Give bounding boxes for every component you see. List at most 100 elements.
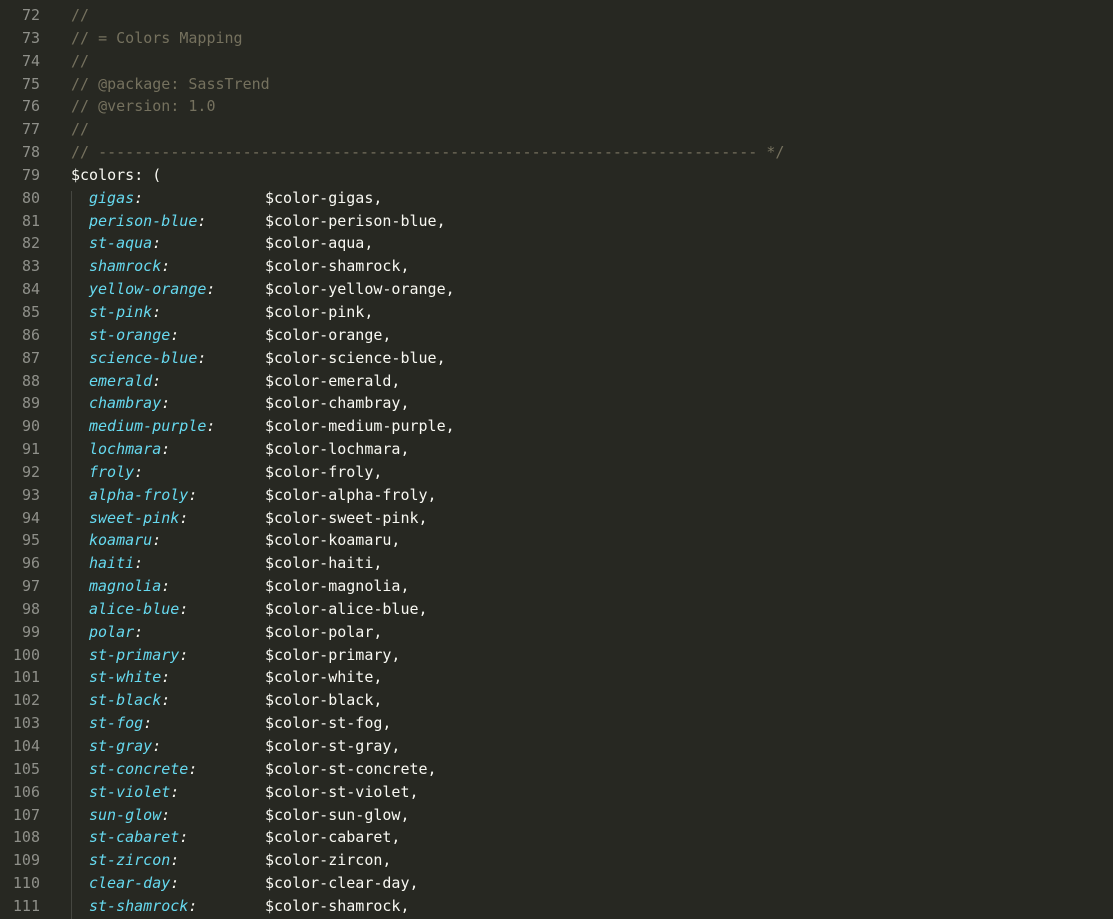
map-key-text: st-black bbox=[89, 691, 162, 710]
code-line[interactable]: 89 chambray: $color-chambray, bbox=[0, 392, 1113, 415]
colon-punct: : bbox=[152, 302, 162, 321]
map-value: $color-white, bbox=[265, 668, 383, 687]
map-key: st-violet: bbox=[89, 781, 179, 804]
code-line[interactable]: 107 sun-glow: $color-sun-glow, bbox=[0, 804, 1113, 827]
map-value: $color-st-concrete, bbox=[265, 759, 437, 778]
map-value: $color-sun-glow, bbox=[265, 805, 410, 824]
code-line[interactable]: 78 // -----------------------------------… bbox=[0, 141, 1113, 164]
code-line[interactable]: 81 perison-blue: $color-perison-blue, bbox=[0, 210, 1113, 233]
line-number: 76 bbox=[21, 97, 40, 116]
code-line[interactable]: 72 // bbox=[0, 4, 1113, 27]
map-key-text: science-blue bbox=[89, 348, 198, 367]
map-key: st-concrete: bbox=[89, 758, 197, 781]
code-line[interactable]: 110 clear-day: $color-clear-day, bbox=[0, 872, 1113, 895]
code-line[interactable]: 99 polar: $color-polar, bbox=[0, 621, 1113, 644]
code-line[interactable]: 109 st-zircon: $color-zircon, bbox=[0, 849, 1113, 872]
code-line[interactable]: 111 st-shamrock: $color-shamrock, bbox=[0, 895, 1113, 918]
map-key: st-gray: bbox=[89, 735, 161, 758]
map-key: perison-blue: bbox=[89, 210, 206, 233]
code-line[interactable]: 104 st-gray: $color-st-gray, bbox=[0, 735, 1113, 758]
map-key: chambray: bbox=[89, 392, 170, 415]
code-line[interactable]: 83 shamrock: $color-shamrock, bbox=[0, 255, 1113, 278]
colon-punct: : bbox=[152, 234, 162, 253]
code-line[interactable]: 88 emerald: $color-emerald, bbox=[0, 370, 1113, 393]
code-line[interactable]: 95 koamaru: $color-koamaru, bbox=[0, 529, 1113, 552]
map-key-text: alice-blue bbox=[89, 599, 180, 618]
map-key-text: sweet-pink bbox=[89, 508, 180, 527]
colon-punct: : bbox=[161, 257, 171, 276]
map-key: medium-purple: bbox=[89, 415, 215, 438]
code-line[interactable]: 92 froly: $color-froly, bbox=[0, 461, 1113, 484]
line-number: 91 bbox=[21, 440, 40, 459]
map-value: $color-science-blue, bbox=[265, 348, 446, 367]
map-key: gigas: bbox=[89, 187, 143, 210]
code-line[interactable]: 82 st-aqua: $color-aqua, bbox=[0, 232, 1113, 255]
code-line[interactable]: 98 alice-blue: $color-alice-blue, bbox=[0, 598, 1113, 621]
map-value: $color-st-violet, bbox=[265, 782, 419, 801]
code-line[interactable]: 100 st-primary: $color-primary, bbox=[0, 644, 1113, 667]
map-value: $color-emerald, bbox=[265, 371, 401, 390]
map-declaration: $colors: ( bbox=[71, 165, 162, 184]
code-line[interactable]: 103 st-fog: $color-st-fog, bbox=[0, 712, 1113, 735]
code-line[interactable]: 84 yellow-orange: $color-yellow-orange, bbox=[0, 278, 1113, 301]
code-line[interactable]: 77 // bbox=[0, 118, 1113, 141]
code-line[interactable]: 74 // bbox=[0, 50, 1113, 73]
code-line[interactable]: 93 alpha-froly: $color-alpha-froly, bbox=[0, 484, 1113, 507]
code-line[interactable]: 105 st-concrete: $color-st-concrete, bbox=[0, 758, 1113, 781]
code-line[interactable]: 76 // @version: 1.0 bbox=[0, 95, 1113, 118]
code-line[interactable]: 87 science-blue: $color-science-blue, bbox=[0, 347, 1113, 370]
line-number: 93 bbox=[21, 485, 40, 504]
map-value: $color-froly, bbox=[265, 462, 383, 481]
code-line[interactable]: 80 gigas: $color-gigas, bbox=[0, 187, 1113, 210]
line-number: 108 bbox=[12, 828, 40, 847]
line-number: 72 bbox=[21, 6, 40, 24]
line-number: 90 bbox=[21, 417, 40, 436]
code-line[interactable]: 86 st-orange: $color-orange, bbox=[0, 324, 1113, 347]
map-key-text: st-cabaret bbox=[89, 828, 180, 847]
code-line[interactable]: 106 st-violet: $color-st-violet, bbox=[0, 781, 1113, 804]
map-key-text: haiti bbox=[89, 554, 135, 573]
map-key-text: clear-day bbox=[89, 874, 171, 893]
map-key: alpha-froly: bbox=[89, 484, 197, 507]
code-line[interactable]: 94 sweet-pink: $color-sweet-pink, bbox=[0, 507, 1113, 530]
map-key: science-blue: bbox=[89, 347, 206, 370]
comment-text: // -------------------------------------… bbox=[71, 143, 785, 162]
code-line[interactable]: 101 st-white: $color-white, bbox=[0, 666, 1113, 689]
code-line[interactable]: 108 st-cabaret: $color-cabaret, bbox=[0, 826, 1113, 849]
map-key: alice-blue: bbox=[89, 598, 188, 621]
map-value: $color-primary, bbox=[265, 645, 401, 664]
map-key: lochmara: bbox=[89, 438, 170, 461]
comment-text: // = Colors Mapping bbox=[71, 28, 243, 47]
code-line[interactable]: 73 // = Colors Mapping bbox=[0, 27, 1113, 50]
colon-punct: : bbox=[170, 782, 180, 801]
code-line[interactable]: 102 st-black: $color-black, bbox=[0, 689, 1113, 712]
map-key-text: st-aqua bbox=[89, 234, 153, 253]
map-key: froly: bbox=[89, 461, 143, 484]
code-line[interactable]: 85 st-pink: $color-pink, bbox=[0, 301, 1113, 324]
map-key: magnolia: bbox=[89, 575, 170, 598]
code-area[interactable]: 72 // 73 // = Colors Mapping 74 // 75 // @packa… bbox=[0, 4, 1113, 918]
map-key: st-aqua: bbox=[89, 232, 161, 255]
code-editor[interactable]: 72 // 73 // = Colors Mapping 74 // 75 // @packa… bbox=[0, 0, 1113, 919]
map-value: $color-zircon, bbox=[265, 851, 392, 870]
map-value: $color-medium-purple, bbox=[265, 417, 455, 436]
code-line[interactable]: 75 // @package: SassTrend bbox=[0, 73, 1113, 96]
colon-punct: : bbox=[170, 325, 180, 344]
colon-punct: : bbox=[188, 896, 198, 915]
line-number: 80 bbox=[21, 188, 40, 207]
code-line[interactable]: 97 magnolia: $color-magnolia, bbox=[0, 575, 1113, 598]
comment-text: // @version: 1.0 bbox=[71, 97, 216, 116]
code-line[interactable]: 90 medium-purple: $color-medium-purple, bbox=[0, 415, 1113, 438]
colon-punct: : bbox=[197, 211, 207, 230]
line-number: 98 bbox=[21, 599, 40, 618]
colon-punct: : bbox=[143, 714, 153, 733]
code-line[interactable]: 96 haiti: $color-haiti, bbox=[0, 552, 1113, 575]
code-line[interactable]: 91 lochmara: $color-lochmara, bbox=[0, 438, 1113, 461]
code-line[interactable]: 79 $colors: ( bbox=[0, 164, 1113, 187]
line-number: 82 bbox=[21, 234, 40, 253]
colon-punct: : bbox=[179, 645, 189, 664]
map-key: haiti: bbox=[89, 552, 143, 575]
map-value: $color-alpha-froly, bbox=[265, 485, 437, 504]
map-key: sweet-pink: bbox=[89, 507, 188, 530]
map-value: $color-magnolia, bbox=[265, 577, 410, 596]
